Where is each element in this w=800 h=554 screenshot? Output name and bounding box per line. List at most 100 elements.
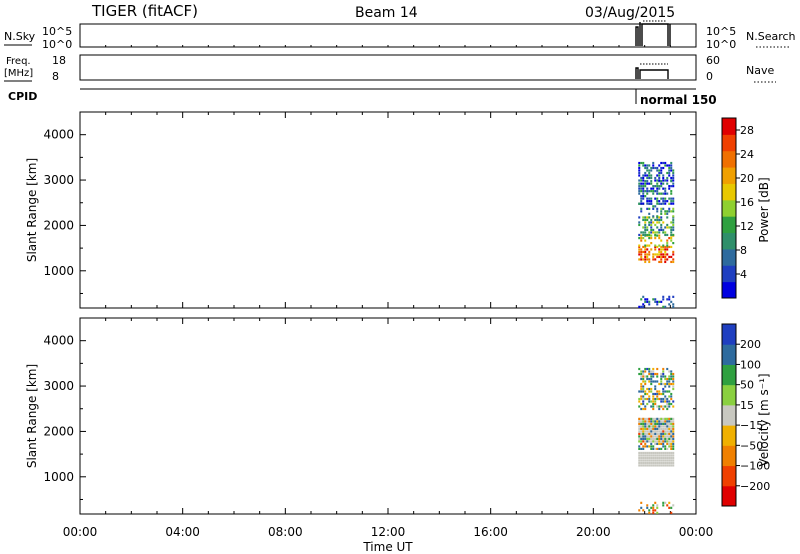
echo-cell <box>672 210 675 213</box>
echo-cell <box>646 300 649 303</box>
freq-panel: Freq. [MHz] 18 8 60 0 Nave <box>4 54 776 83</box>
echo-cell <box>642 425 645 428</box>
echo-cell <box>640 407 643 411</box>
echo-cell <box>658 202 661 205</box>
echo-cell <box>656 300 659 303</box>
echo-cell <box>652 380 655 383</box>
echo-cell <box>660 437 663 441</box>
x-tick-label: 04:00 <box>165 525 200 539</box>
echo-cell <box>648 454 651 457</box>
echo-cell <box>644 166 647 170</box>
echo-cell <box>642 187 645 190</box>
echo-cell <box>640 187 643 190</box>
echo-cell <box>648 258 651 261</box>
echo-cell <box>648 390 651 393</box>
echo-cell <box>642 185 645 188</box>
echo-cell <box>670 454 673 457</box>
echo-cell <box>640 200 643 203</box>
echo-cell <box>666 464 669 467</box>
echo-cell <box>644 427 647 431</box>
echo-cell <box>672 459 675 462</box>
echo-cell <box>656 405 659 408</box>
echo-cell <box>654 244 657 247</box>
nsky-trace <box>635 22 671 46</box>
cpid-label: CPID <box>8 90 37 103</box>
colorbar-segment <box>722 265 736 283</box>
echo-cell <box>670 190 673 193</box>
echo-cell <box>662 221 665 224</box>
echo-cell <box>650 440 653 443</box>
freq-label: Freq. <box>6 56 31 67</box>
echo-cell <box>638 202 641 205</box>
echo-cell <box>652 190 655 193</box>
echo-cell <box>644 180 647 183</box>
echo-cell <box>640 237 643 240</box>
echo-cell <box>660 417 663 421</box>
echo-cell <box>672 432 675 436</box>
echo-cell <box>648 367 651 371</box>
nsky-tick-bottom: 10^0 <box>42 38 72 51</box>
echo-cell <box>648 221 651 224</box>
echo-cell <box>652 370 655 373</box>
echo-cell <box>642 407 645 411</box>
echo-cell <box>642 245 645 249</box>
echo-cell <box>654 380 657 383</box>
echo-cell <box>654 456 657 460</box>
echo-cell <box>654 253 657 256</box>
echo-cell <box>664 461 667 465</box>
echo-cell <box>670 377 673 381</box>
echo-cell <box>640 432 643 436</box>
echo-cell <box>638 456 641 460</box>
echo-cell <box>670 239 673 242</box>
echo-cell <box>666 422 669 426</box>
echo-cell <box>648 202 651 205</box>
echo-cell <box>672 303 675 306</box>
echo-cell <box>656 303 659 306</box>
echo-cell <box>646 402 649 406</box>
echo-cell <box>638 223 641 227</box>
echo-cell <box>668 456 671 460</box>
echo-cell <box>662 400 665 403</box>
echo-cell <box>638 509 641 512</box>
echo-cell <box>646 377 649 381</box>
echo-cell <box>664 212 667 215</box>
echo-cell <box>654 166 657 170</box>
echo-cell <box>648 233 651 237</box>
echo-cell <box>670 166 673 170</box>
echo-cell <box>658 179 661 182</box>
echo-cell <box>668 382 671 386</box>
echo-cell <box>648 169 651 172</box>
echo-cell <box>652 511 655 514</box>
echo-cell <box>644 228 647 232</box>
echo-cell <box>666 171 669 175</box>
echo-cell <box>646 422 649 426</box>
echo-cell <box>668 210 671 213</box>
echo-cell <box>646 228 649 232</box>
echo-cell <box>654 459 657 462</box>
echo-cell <box>662 197 665 200</box>
echo-cell <box>648 456 651 460</box>
colorbar-tick-label: 24 <box>740 148 754 161</box>
echo-cell <box>640 370 643 373</box>
echo-cell <box>638 454 641 457</box>
echo-cell <box>670 237 673 240</box>
echo-cell <box>656 174 659 177</box>
echo-cell <box>642 197 645 200</box>
echo-cell <box>672 176 675 180</box>
echo-cell <box>656 221 659 224</box>
echo-cell <box>640 402 643 406</box>
echo-cell <box>656 197 659 200</box>
echo-cell <box>654 430 657 433</box>
echo-cell <box>654 179 657 182</box>
echo-cell <box>666 164 669 167</box>
echo-cell <box>656 192 659 195</box>
echo-cell <box>668 454 671 457</box>
echo-cell <box>672 504 675 507</box>
echo-cell <box>640 231 643 234</box>
echo-cell <box>666 216 669 219</box>
echo-cell <box>646 233 649 237</box>
echo-cell <box>664 260 667 264</box>
echo-cell <box>662 459 665 462</box>
echo-cell <box>660 171 663 175</box>
echo-cell <box>664 231 667 234</box>
